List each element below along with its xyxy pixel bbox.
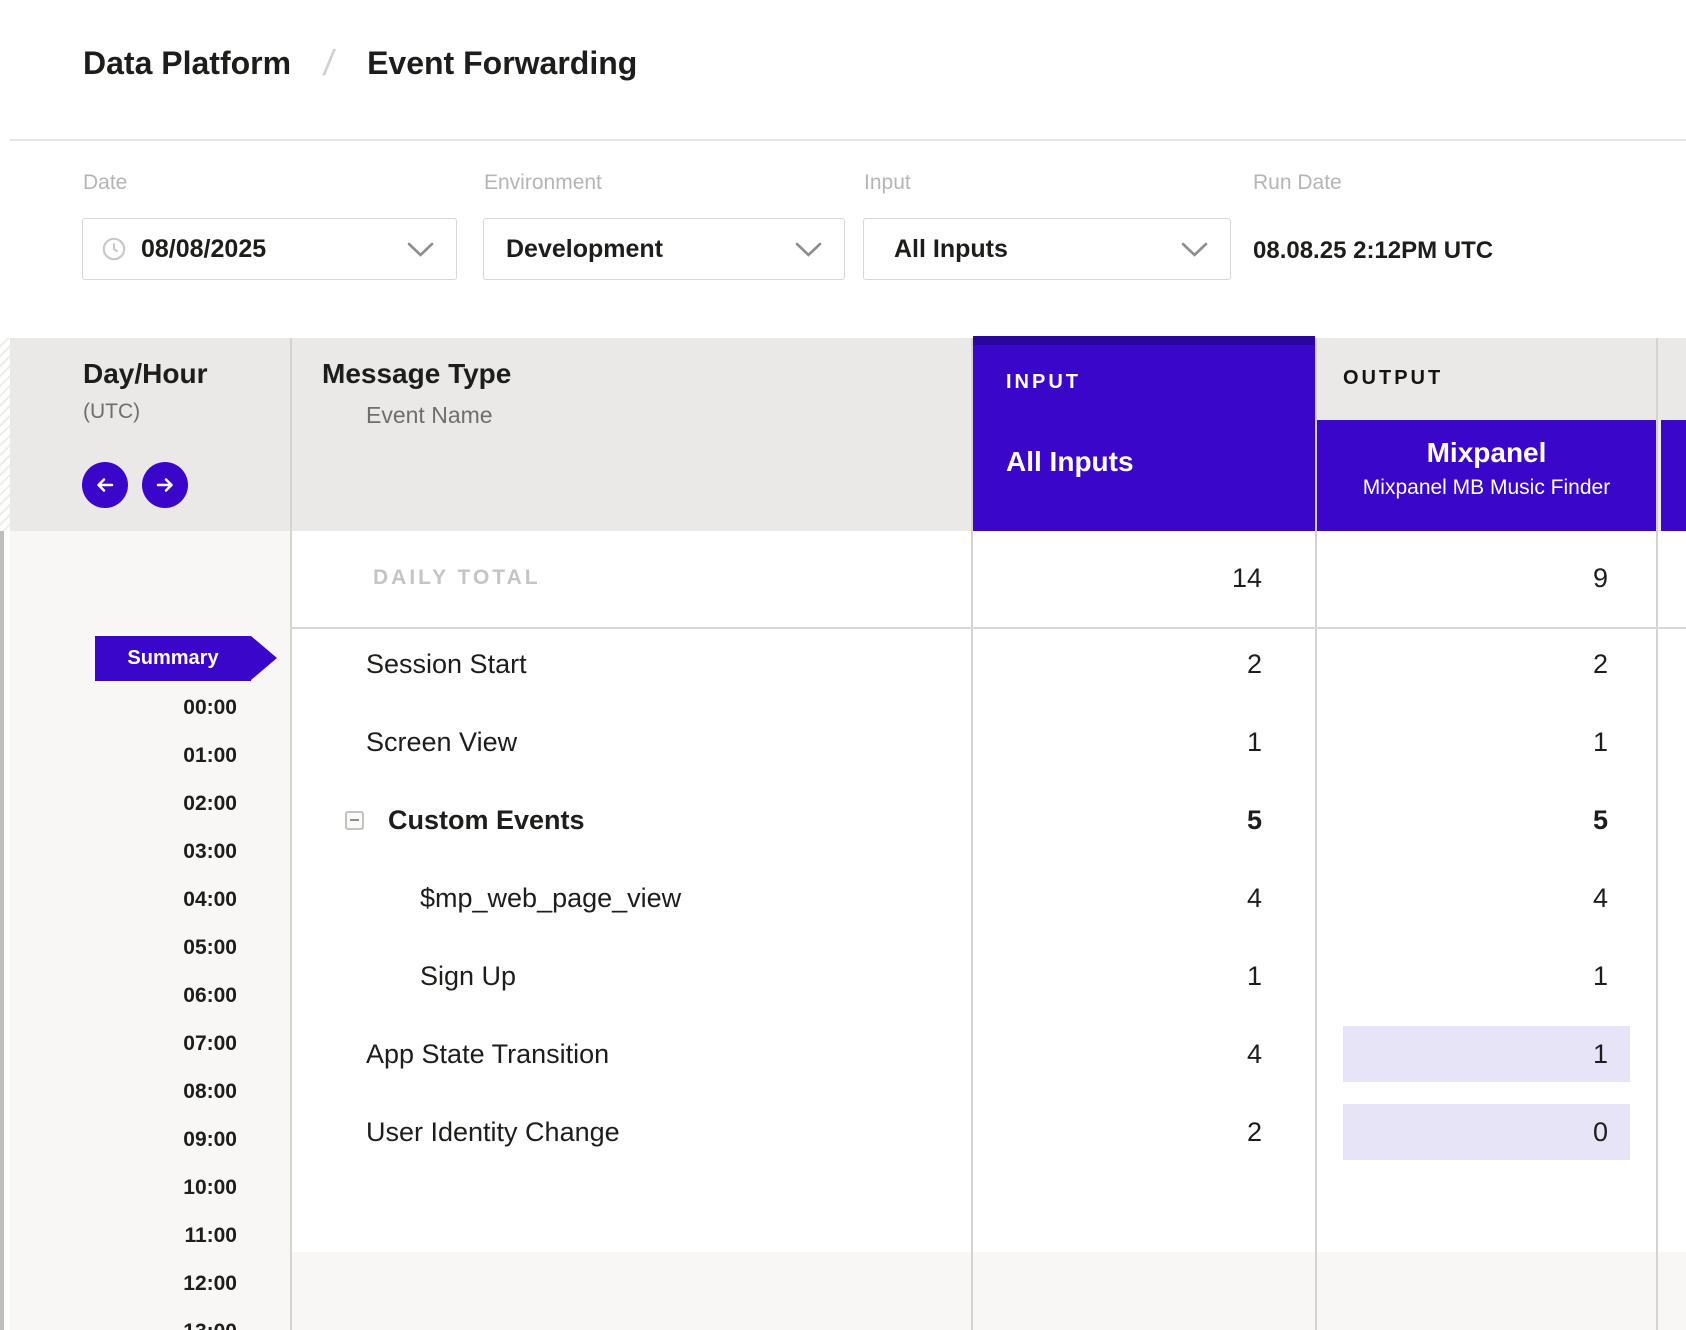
output-count-cell: 0 (1316, 1104, 1608, 1160)
hour-item[interactable]: 13:00 (10, 1308, 237, 1330)
event-name-cell: $mp_web_page_view (345, 870, 681, 926)
input-column-selection: All Inputs (1006, 446, 1134, 478)
hour-item[interactable]: 11:00 (10, 1212, 237, 1260)
hour-item[interactable]: 12:00 (10, 1260, 237, 1308)
event-name-cell: User Identity Change (345, 1104, 620, 1160)
event-name-cell: App State Transition (345, 1026, 609, 1082)
input-count-cell: 2 (971, 1104, 1262, 1160)
vertical-scrollbar[interactable] (0, 531, 4, 1330)
table-row: Custom Events 55 (0, 792, 1686, 848)
table-row: App State Transition 41 (0, 1026, 1686, 1082)
output-count-cell: 1 (1316, 714, 1608, 770)
hour-item[interactable]: 01:00 (10, 732, 237, 780)
summary-badge-label: Summary (127, 647, 218, 670)
event-forwarding-page: Data Platform / Event Forwarding Date 08… (0, 0, 1686, 1330)
hour-item[interactable]: 10:00 (10, 1164, 237, 1212)
output-count-cell: 5 (1316, 792, 1608, 848)
input-count-cell: 2 (971, 636, 1262, 692)
top-divider (10, 139, 1686, 141)
input-value: All Inputs (894, 235, 1008, 264)
date-value: 08/08/2025 (141, 235, 266, 264)
environment-dropdown[interactable]: Development (483, 218, 845, 280)
page-title: Event Forwarding (367, 45, 637, 82)
table-row: $mp_web_page_view 44 (0, 870, 1686, 926)
connection-name: Mixpanel (1317, 437, 1656, 469)
next-connection-header-partial[interactable] (1661, 420, 1686, 531)
output-count-cell: 4 (1316, 870, 1608, 926)
output-column-tag: OUTPUT (1343, 367, 1443, 390)
arrow-right-icon (153, 473, 177, 497)
hour-item[interactable]: 08:00 (10, 1068, 237, 1116)
output-count-cell: 1 (1316, 948, 1608, 1004)
breadcrumb-section[interactable]: Data Platform (83, 45, 291, 82)
hour-item[interactable]: 06:00 (10, 972, 237, 1020)
event-name-cell: Custom Events (345, 792, 585, 848)
output-connection-header[interactable]: Mixpanel Mixpanel MB Music Finder (1317, 420, 1656, 531)
event-name-cell: Screen View (345, 714, 517, 770)
chevron-down-icon (407, 241, 434, 258)
run-date-label: Run Date (1253, 171, 1342, 195)
summary-badge[interactable]: Summary (95, 636, 251, 681)
date-filter-label: Date (83, 171, 127, 195)
day-hour-header: Day/Hour (83, 358, 207, 390)
daily-total-divider (290, 627, 1686, 629)
table-row: Screen View 11 (0, 714, 1686, 770)
input-count-cell: 5 (971, 792, 1262, 848)
daily-total-label: DAILY TOTAL (373, 550, 541, 606)
connection-subtitle: Mixpanel MB Music Finder (1317, 476, 1656, 500)
daily-total-output-count: 9 (1316, 550, 1608, 606)
output-count-cell: 2 (1316, 636, 1608, 692)
grid-body-footer (290, 1252, 1686, 1330)
hour-item[interactable]: 07:00 (10, 1020, 237, 1068)
input-count-cell: 1 (971, 714, 1262, 770)
hour-item[interactable]: 00:00 (10, 684, 237, 732)
breadcrumb: Data Platform / Event Forwarding (83, 42, 637, 84)
chevron-down-icon (795, 241, 822, 258)
input-dropdown[interactable]: All Inputs (863, 218, 1231, 280)
event-name-subheader: Event Name (366, 402, 493, 429)
day-hour-timezone: (UTC) (83, 400, 140, 424)
output-count-cell: 1 (1316, 1026, 1608, 1082)
event-name-cell: Session Start (345, 636, 527, 692)
hour-item[interactable]: 03:00 (10, 828, 237, 876)
arrow-left-icon (93, 473, 117, 497)
input-count-cell: 4 (971, 870, 1262, 926)
daily-total-input-count: 14 (971, 550, 1262, 606)
input-column-tag: INPUT (1006, 371, 1081, 394)
run-date-value: 08.08.25 2:12PM UTC (1253, 237, 1493, 265)
chevron-down-icon (1181, 241, 1208, 258)
hour-item[interactable]: 05:00 (10, 924, 237, 972)
table-row: Sign Up 11 (0, 948, 1686, 1004)
environment-value: Development (506, 235, 663, 264)
input-column-header[interactable]: INPUT All Inputs (973, 336, 1315, 531)
event-name-cell: Sign Up (345, 948, 516, 1004)
input-count-cell: 4 (971, 1026, 1262, 1082)
date-dropdown[interactable]: 08/08/2025 (82, 218, 457, 280)
minus-square-icon[interactable] (345, 811, 364, 830)
environment-filter-label: Environment (484, 171, 602, 195)
next-day-button[interactable] (142, 462, 188, 508)
prev-day-button[interactable] (82, 462, 128, 508)
message-type-header: Message Type (322, 358, 511, 390)
daily-total-row: DAILY TOTAL 14 9 (0, 550, 1686, 606)
table-row: User Identity Change 20 (0, 1104, 1686, 1160)
clock-icon (101, 236, 127, 262)
hour-item[interactable]: 02:00 (10, 780, 237, 828)
selected-input-indicator (973, 336, 1315, 345)
input-count-cell: 1 (971, 948, 1262, 1004)
hour-item[interactable]: 04:00 (10, 876, 237, 924)
input-filter-label: Input (864, 171, 911, 195)
left-edge-pattern (0, 338, 10, 531)
breadcrumb-separator: / (321, 42, 337, 84)
hour-item[interactable]: 09:00 (10, 1116, 237, 1164)
